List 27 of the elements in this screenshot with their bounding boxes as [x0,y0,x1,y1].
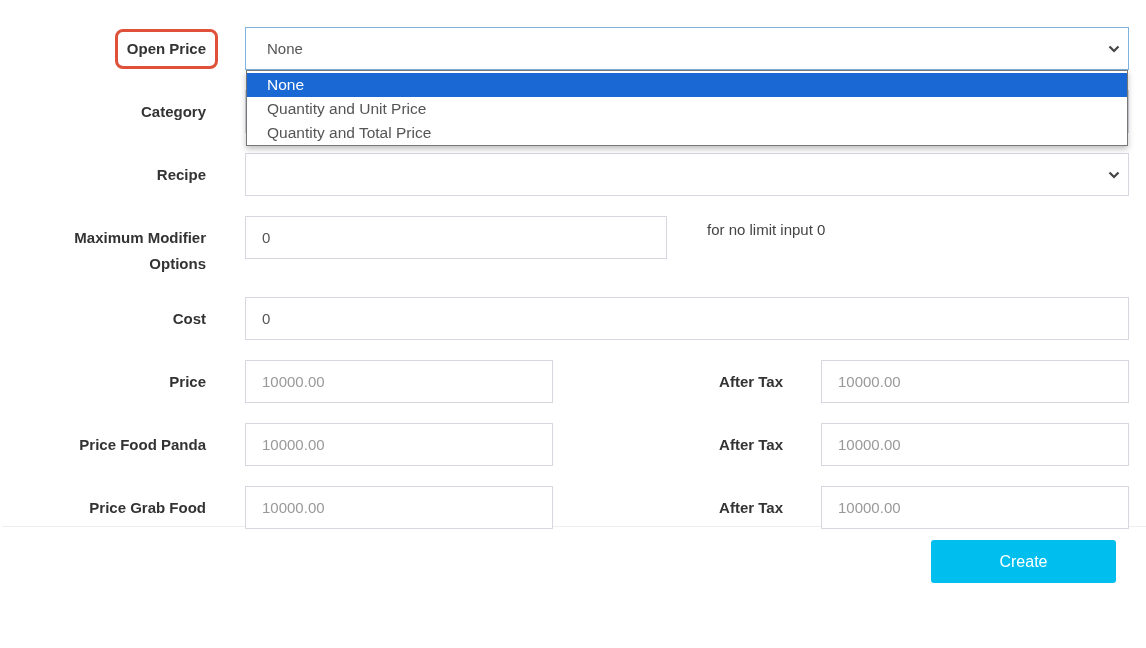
field-label: Category [140,102,206,122]
input-field[interactable]: 10000.00 [245,423,553,466]
input-field[interactable]: 0 [245,216,667,259]
field-label: Maximum Modifier Options [73,228,206,274]
input-field[interactable]: 10000.00 [821,486,1129,529]
input-field[interactable]: 10000.00 [245,486,553,529]
input-field[interactable]: 10000.00 [245,360,553,403]
chevron-down-icon [1108,44,1120,53]
field-label: After Tax [718,497,783,518]
field-label: Price [169,372,206,392]
dropdown-option[interactable]: None [247,73,1127,97]
field-label: After Tax [718,434,783,455]
chevron-down-icon [1108,170,1120,179]
hint-text: for no limit input 0 [707,220,826,240]
field-label: Recipe [156,165,206,185]
field-label: Cost [172,309,206,329]
field-label: Price Grab Food [89,498,206,518]
dropdown-option[interactable]: Quantity and Total Price [247,121,1127,145]
input-field[interactable]: 10000.00 [821,423,1129,466]
dropdown-option[interactable]: Quantity and Unit Price [247,97,1127,121]
select-field[interactable]: None [245,27,1129,70]
field-label: Open Price [114,29,218,69]
select-field[interactable] [245,153,1129,196]
field-label: Price Food Panda [79,435,206,455]
input-field[interactable]: 10000.00 [821,360,1129,403]
input-field[interactable]: 0 [245,297,1129,340]
field-label: After Tax [718,371,783,392]
